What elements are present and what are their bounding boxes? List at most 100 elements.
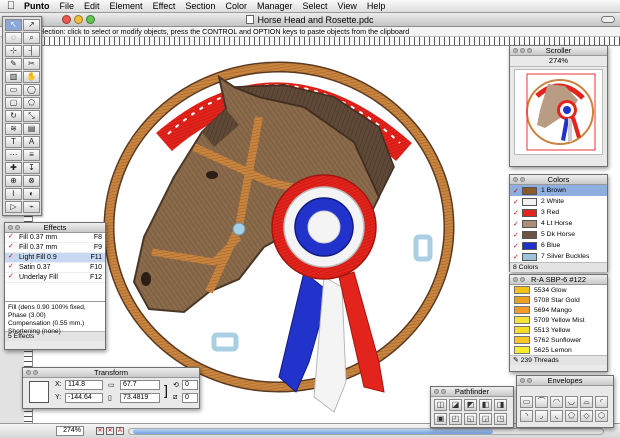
outline-icon[interactable]: ◲ [479, 413, 492, 425]
satin-tool-icon[interactable]: ≋ [5, 123, 22, 135]
color-row[interactable]: ✓ 2 White [510, 196, 607, 207]
constrain-proportions-icon[interactable]: ] [164, 383, 168, 397]
direct-select-tool-icon[interactable]: ↗ [23, 19, 40, 31]
menu-color[interactable]: Color [220, 0, 252, 13]
color-row[interactable]: ✓ 5 Dk Horse [510, 229, 607, 240]
measure-tool-icon[interactable]: ⊹ [5, 45, 22, 57]
toolbar-toggle-button[interactable] [601, 16, 615, 23]
color-row[interactable]: ✓ 3 Red [510, 207, 607, 218]
monogram-tool-icon[interactable]: A [23, 136, 40, 148]
menu-section[interactable]: Section [180, 0, 220, 13]
app-menu[interactable]: Punto [22, 0, 55, 13]
check-icon[interactable]: ✓ [513, 209, 520, 217]
effects-titlebar[interactable]: Effects [5, 223, 105, 233]
width-field[interactable]: 67.7 [120, 380, 160, 390]
envelope-corner-icon[interactable]: ◜ [595, 396, 608, 408]
skew-field[interactable]: 0 [182, 393, 198, 403]
menu-help[interactable]: Help [362, 0, 391, 13]
color-row[interactable]: ✓ 6 Blue [510, 240, 607, 251]
menu-view[interactable]: View [333, 0, 362, 13]
check-icon[interactable]: ✓ [8, 253, 15, 261]
horizontal-scrollbar[interactable] [128, 428, 604, 435]
needle-tool-icon[interactable]: ↧ [23, 162, 40, 174]
fill-tool-icon[interactable]: ▤ [23, 123, 40, 135]
check-icon[interactable]: ✓ [513, 187, 520, 195]
transform-titlebar[interactable]: Transform [23, 368, 199, 378]
menu-select[interactable]: Select [298, 0, 333, 13]
thread-row[interactable]: 5534 Glow [510, 285, 607, 295]
check-icon[interactable]: ✓ [8, 243, 15, 251]
check-icon[interactable]: ✓ [513, 253, 520, 261]
colors-titlebar[interactable]: Colors [510, 175, 607, 185]
envelope-segment-icon[interactable]: ⌓ [580, 396, 593, 408]
effect-row[interactable]: ✓ Fill 0.37 mm F8 [5, 233, 105, 243]
hand-tool-icon[interactable]: ✋ [23, 71, 40, 83]
minus-back-icon[interactable]: ◳ [494, 413, 507, 425]
bean-tool-icon[interactable]: ≡ [23, 149, 40, 161]
color-change-tool-icon[interactable]: ◐ [23, 188, 40, 200]
y-field[interactable]: -144.64 [65, 393, 103, 403]
minus-front-icon[interactable]: ◪ [449, 399, 462, 411]
thread-row[interactable]: 5708 Star Gold [510, 295, 607, 305]
scale-tool-icon[interactable]: ⤡ [23, 110, 40, 122]
envelope-arch-icon[interactable]: ⌒ [535, 396, 548, 408]
zoom-tool-icon[interactable]: ⌕ [23, 32, 40, 44]
thread-row[interactable]: 5709 Yellow Mist [510, 315, 607, 325]
thread-row[interactable]: 5513 Yellow [510, 325, 607, 335]
envelope-hexagon-icon[interactable]: ⬡ [595, 410, 608, 422]
exclude-icon[interactable]: ◧ [479, 399, 492, 411]
rectangle-tool-icon[interactable]: ▭ [5, 84, 22, 96]
scroller-preview[interactable] [514, 69, 603, 155]
menu-manager[interactable]: Manager [252, 0, 298, 13]
check-icon[interactable]: ✓ [513, 220, 520, 228]
column-tool-icon[interactable]: ▥ [5, 71, 22, 83]
envelope-rect-icon[interactable]: ▭ [520, 396, 533, 408]
trim-icon[interactable]: ▣ [434, 413, 447, 425]
menu-effect[interactable]: Effect [148, 0, 181, 13]
crop-icon[interactable]: ◱ [464, 413, 477, 425]
thread-row[interactable]: 5625 Lemon [510, 345, 607, 355]
run-tool-icon[interactable]: ⋯ [5, 149, 22, 161]
menu-edit[interactable]: Edit [79, 0, 105, 13]
thread-row[interactable]: 5762 Sunflower [510, 335, 607, 345]
check-icon[interactable]: ✓ [513, 198, 520, 206]
check-icon[interactable]: ✓ [8, 263, 15, 271]
menu-file[interactable]: File [55, 0, 80, 13]
merge-icon[interactable]: ◰ [449, 413, 462, 425]
knife-tool-icon[interactable]: ✂ [23, 58, 40, 70]
effect-row-selected[interactable]: ✓ Light Fill 0.9 F11 [5, 253, 105, 263]
window-titlebar[interactable]: Horse Head and Rosette.pdc [0, 13, 620, 27]
check-icon[interactable]: ✓ [513, 231, 520, 239]
intersect-icon[interactable]: ◩ [464, 399, 477, 411]
divide-icon[interactable]: ◨ [494, 399, 507, 411]
ruler-tool-icon[interactable]: ┤ [23, 45, 40, 57]
check-icon[interactable]: ✓ [513, 242, 520, 250]
envelope-arc-up-icon[interactable]: ◠ [550, 396, 563, 408]
polygon-tool-icon[interactable]: ⬠ [23, 97, 40, 109]
thread-row[interactable]: 5694 Mango [510, 305, 607, 315]
end-point-tool-icon[interactable]: ⊗ [23, 175, 40, 187]
rounded-rect-tool-icon[interactable]: ▢ [5, 97, 22, 109]
color-row-selected[interactable]: ✓ 1 Brown [510, 185, 607, 196]
unite-icon[interactable]: ◫ [434, 399, 447, 411]
effect-row[interactable]: ✓ Underlay Fill F12 [5, 273, 105, 283]
effect-row[interactable]: ✓ Satin 0.37 F10 [5, 263, 105, 273]
x-field[interactable]: 114.8 [65, 380, 103, 390]
rotate-tool-icon[interactable]: ↻ [5, 110, 22, 122]
view-mode-icon[interactable]: ✕ [96, 427, 104, 435]
effect-row[interactable]: ✓ Fill 0.37 mm F9 [5, 243, 105, 253]
eyedropper-tool-icon[interactable]: ⌁ [23, 201, 40, 213]
menu-element[interactable]: Element [105, 0, 148, 13]
start-point-tool-icon[interactable]: ⊕ [5, 175, 22, 187]
stitch-tool-icon[interactable]: ✚ [5, 162, 22, 174]
apple-menu-icon[interactable]:  [0, 0, 22, 13]
color-row[interactable]: ✓ 7 Silver Buckles [510, 251, 607, 262]
envelope-arc-down-icon[interactable]: ◡ [565, 396, 578, 408]
rotate-field[interactable]: 0 [182, 380, 198, 390]
pen-tool-icon[interactable]: ✎ [5, 58, 22, 70]
envelopes-titlebar[interactable]: Envelopes [517, 376, 613, 386]
check-icon[interactable]: ✓ [8, 273, 15, 281]
check-icon[interactable]: ✓ [8, 233, 15, 241]
height-field[interactable]: 73.4819 [120, 393, 160, 403]
text-tool-icon[interactable]: T [5, 136, 22, 148]
